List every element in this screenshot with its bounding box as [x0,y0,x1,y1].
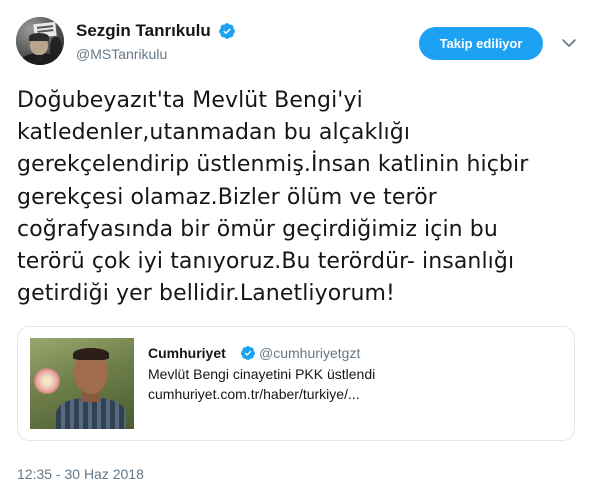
quoted-author-handle: @cumhuriyetgzt [259,345,361,361]
verified-badge-icon [240,346,255,360]
chevron-down-icon[interactable] [562,38,576,48]
tweet-timestamp[interactable]: 12:35 - 30 Haz 2018 [17,466,144,482]
author-name[interactable]: Sezgin Tanrıkulu [76,21,211,41]
quoted-tweet[interactable]: Cumhuriyet @cumhuriyetgzt Mevlüt Bengi c… [17,326,575,441]
author-handle[interactable]: @MSTanrikulu [76,46,167,62]
tweet-text: Doğubeyazıt'ta Mevlüt Bengi'yi katledenl… [17,88,529,307]
author-avatar[interactable] [16,17,64,65]
quoted-tweet-text: Mevlüt Bengi cinayetini PKK üstlendi cum… [148,366,376,402]
following-button[interactable]: Takip ediliyor [419,27,543,60]
verified-badge-icon [219,23,235,39]
tweet-card: Sezgin Tanrıkulu @MSTanrikulu Takip edil… [0,0,604,492]
quoted-author-name: Cumhuriyet [148,345,226,361]
quoted-tweet-image [30,338,134,429]
